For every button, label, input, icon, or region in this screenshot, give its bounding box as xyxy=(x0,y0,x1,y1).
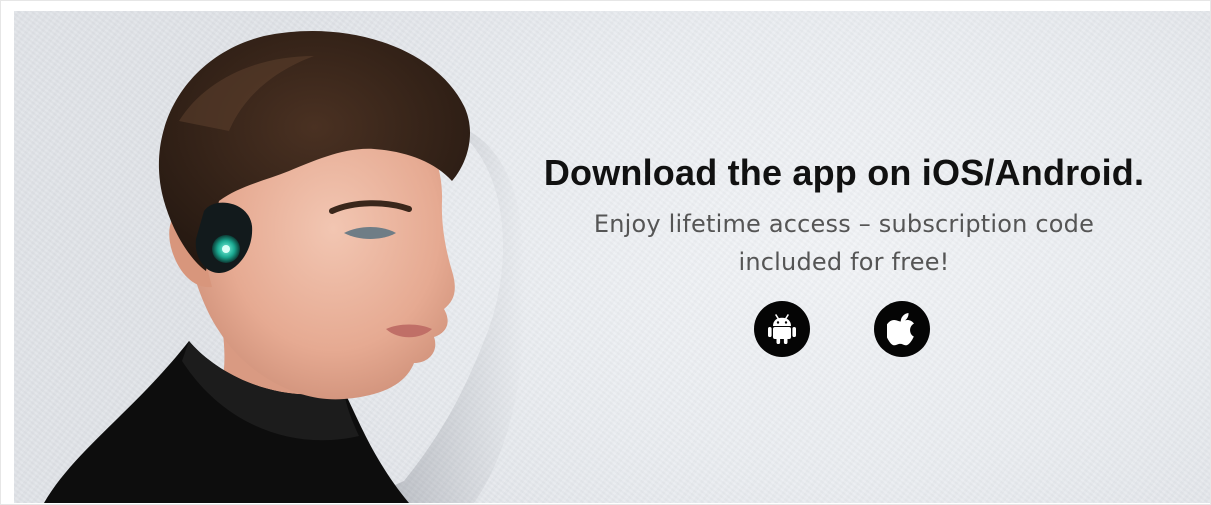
store-buttons xyxy=(754,301,930,357)
banner-subline: Enjoy lifetime access – subscription cod… xyxy=(593,210,1095,276)
android-icon xyxy=(768,314,796,344)
apple-icon xyxy=(887,313,914,346)
page-frame: Download the app on iOS/Android. Enjoy l… xyxy=(0,0,1211,505)
ios-download-button[interactable] xyxy=(874,301,930,357)
banner-headline: Download the app on iOS/Android. xyxy=(543,152,1145,193)
app-download-banner: Download the app on iOS/Android. Enjoy l… xyxy=(14,11,1210,503)
model-portrait-image xyxy=(44,30,526,503)
banner-copy: Download the app on iOS/Android. Enjoy l… xyxy=(509,151,1179,281)
android-download-button[interactable] xyxy=(754,301,810,357)
